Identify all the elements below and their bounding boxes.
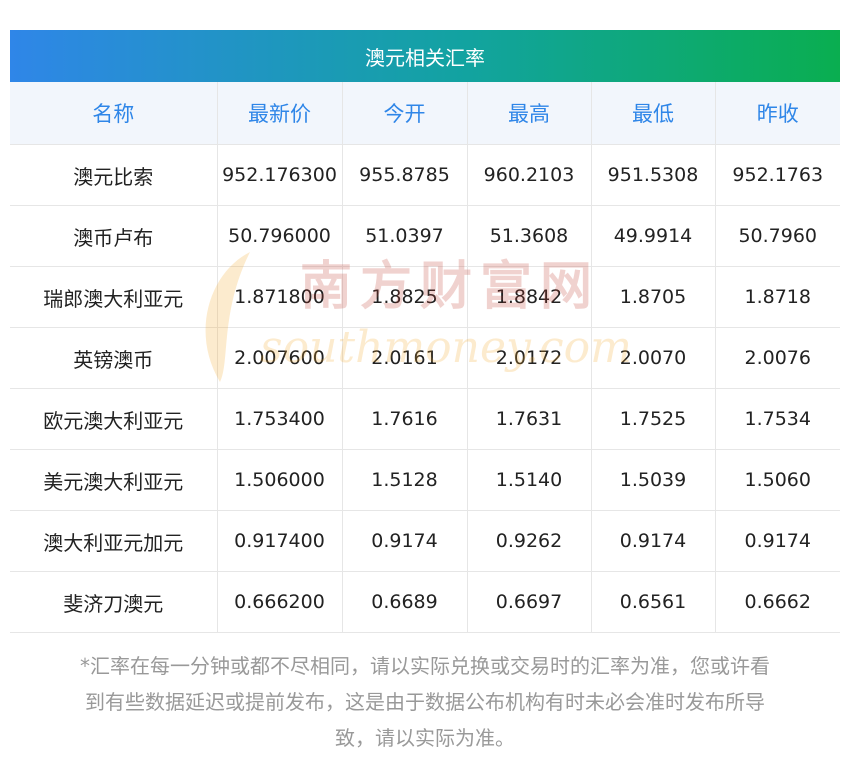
low-price: 0.6561 bbox=[591, 571, 716, 633]
high-price: 0.6697 bbox=[467, 571, 592, 633]
table-row: 澳元比索 952.176300 955.8785 960.2103 951.53… bbox=[10, 144, 840, 206]
header-latest: 最新价 bbox=[217, 82, 343, 145]
high-price: 1.8842 bbox=[467, 266, 592, 328]
open-price: 2.0161 bbox=[342, 327, 468, 389]
latest-price: 50.796000 bbox=[217, 205, 343, 267]
high-price: 1.5140 bbox=[467, 449, 592, 511]
latest-price: 0.917400 bbox=[217, 510, 343, 572]
latest-price: 1.871800 bbox=[217, 266, 343, 328]
disclaimer-note: *汇率在每一分钟或都不尽相同，请以实际兑换或交易时的汇率为准，您或许看 到有些数… bbox=[0, 648, 850, 756]
header-high: 最高 bbox=[467, 82, 592, 145]
prev-close-price: 50.7960 bbox=[715, 205, 840, 267]
currency-pair-name: 澳大利亚元加元 bbox=[10, 510, 218, 572]
table-row: 欧元澳大利亚元 1.753400 1.7616 1.7631 1.7525 1.… bbox=[10, 388, 840, 450]
prev-close-price: 2.0076 bbox=[715, 327, 840, 389]
low-price: 2.0070 bbox=[591, 327, 716, 389]
table-row: 瑞郎澳大利亚元 1.871800 1.8825 1.8842 1.8705 1.… bbox=[10, 266, 840, 328]
prev-close-price: 0.6662 bbox=[715, 571, 840, 633]
high-price: 2.0172 bbox=[467, 327, 592, 389]
prev-close-price: 952.1763 bbox=[715, 144, 840, 206]
low-price: 951.5308 bbox=[591, 144, 716, 206]
high-price: 960.2103 bbox=[467, 144, 592, 206]
table-row: 英镑澳币 2.007600 2.0161 2.0172 2.0070 2.007… bbox=[10, 327, 840, 389]
currency-pair-name: 澳元比索 bbox=[10, 144, 218, 206]
disclaimer-line: 到有些数据延迟或提前发布，这是由于数据公布机构有时未必会准时发布所导 bbox=[85, 690, 765, 714]
high-price: 51.3608 bbox=[467, 205, 592, 267]
low-price: 1.8705 bbox=[591, 266, 716, 328]
high-price: 1.7631 bbox=[467, 388, 592, 450]
open-price: 1.7616 bbox=[342, 388, 468, 450]
currency-pair-name: 英镑澳币 bbox=[10, 327, 218, 389]
table-row: 澳大利亚元加元 0.917400 0.9174 0.9262 0.9174 0.… bbox=[10, 510, 840, 572]
currency-pair-name: 斐济刀澳元 bbox=[10, 571, 218, 633]
prev-close-price: 1.5060 bbox=[715, 449, 840, 511]
prev-close-price: 1.7534 bbox=[715, 388, 840, 450]
low-price: 49.9914 bbox=[591, 205, 716, 267]
header-low: 最低 bbox=[591, 82, 716, 145]
table-row: 美元澳大利亚元 1.506000 1.5128 1.5140 1.5039 1.… bbox=[10, 449, 840, 511]
high-price: 0.9262 bbox=[467, 510, 592, 572]
header-prev-close: 昨收 bbox=[715, 82, 840, 145]
low-price: 1.7525 bbox=[591, 388, 716, 450]
open-price: 51.0397 bbox=[342, 205, 468, 267]
table-title: 澳元相关汇率 bbox=[10, 30, 840, 82]
open-price: 0.9174 bbox=[342, 510, 468, 572]
table-row: 斐济刀澳元 0.666200 0.6689 0.6697 0.6561 0.66… bbox=[10, 571, 840, 633]
currency-pair-name: 美元澳大利亚元 bbox=[10, 449, 218, 511]
low-price: 1.5039 bbox=[591, 449, 716, 511]
latest-price: 1.753400 bbox=[217, 388, 343, 450]
open-price: 955.8785 bbox=[342, 144, 468, 206]
table-row: 澳币卢布 50.796000 51.0397 51.3608 49.9914 5… bbox=[10, 205, 840, 267]
open-price: 1.8825 bbox=[342, 266, 468, 328]
header-name: 名称 bbox=[10, 82, 218, 145]
latest-price: 0.666200 bbox=[217, 571, 343, 633]
disclaimer-line: *汇率在每一分钟或都不尽相同，请以实际兑换或交易时的汇率为准，您或许看 bbox=[80, 654, 770, 678]
table-wrap: 名称 最新价 今开 最高 最低 昨收 澳元比索 952.176300 955.8… bbox=[10, 82, 840, 633]
low-price: 0.9174 bbox=[591, 510, 716, 572]
latest-price: 1.506000 bbox=[217, 449, 343, 511]
latest-price: 2.007600 bbox=[217, 327, 343, 389]
header-row: 名称 最新价 今开 最高 最低 昨收 bbox=[10, 82, 840, 145]
table-body: 澳元比索 952.176300 955.8785 960.2103 951.53… bbox=[10, 144, 840, 633]
open-price: 1.5128 bbox=[342, 449, 468, 511]
open-price: 0.6689 bbox=[342, 571, 468, 633]
prev-close-price: 1.8718 bbox=[715, 266, 840, 328]
header-open: 今开 bbox=[342, 82, 468, 145]
currency-pair-name: 欧元澳大利亚元 bbox=[10, 388, 218, 450]
currency-pair-name: 瑞郎澳大利亚元 bbox=[10, 266, 218, 328]
disclaimer-line: 致，请以实际为准。 bbox=[335, 726, 515, 750]
table-header: 名称 最新价 今开 最高 最低 昨收 bbox=[10, 82, 840, 145]
exchange-rate-card: 澳元相关汇率 名称 最新价 今开 最高 最低 昨收 澳元比索 952.17630… bbox=[10, 30, 840, 633]
prev-close-price: 0.9174 bbox=[715, 510, 840, 572]
currency-pair-name: 澳币卢布 bbox=[10, 205, 218, 267]
exchange-rate-table: 名称 最新价 今开 最高 最低 昨收 澳元比索 952.176300 955.8… bbox=[10, 82, 840, 633]
latest-price: 952.176300 bbox=[217, 144, 343, 206]
